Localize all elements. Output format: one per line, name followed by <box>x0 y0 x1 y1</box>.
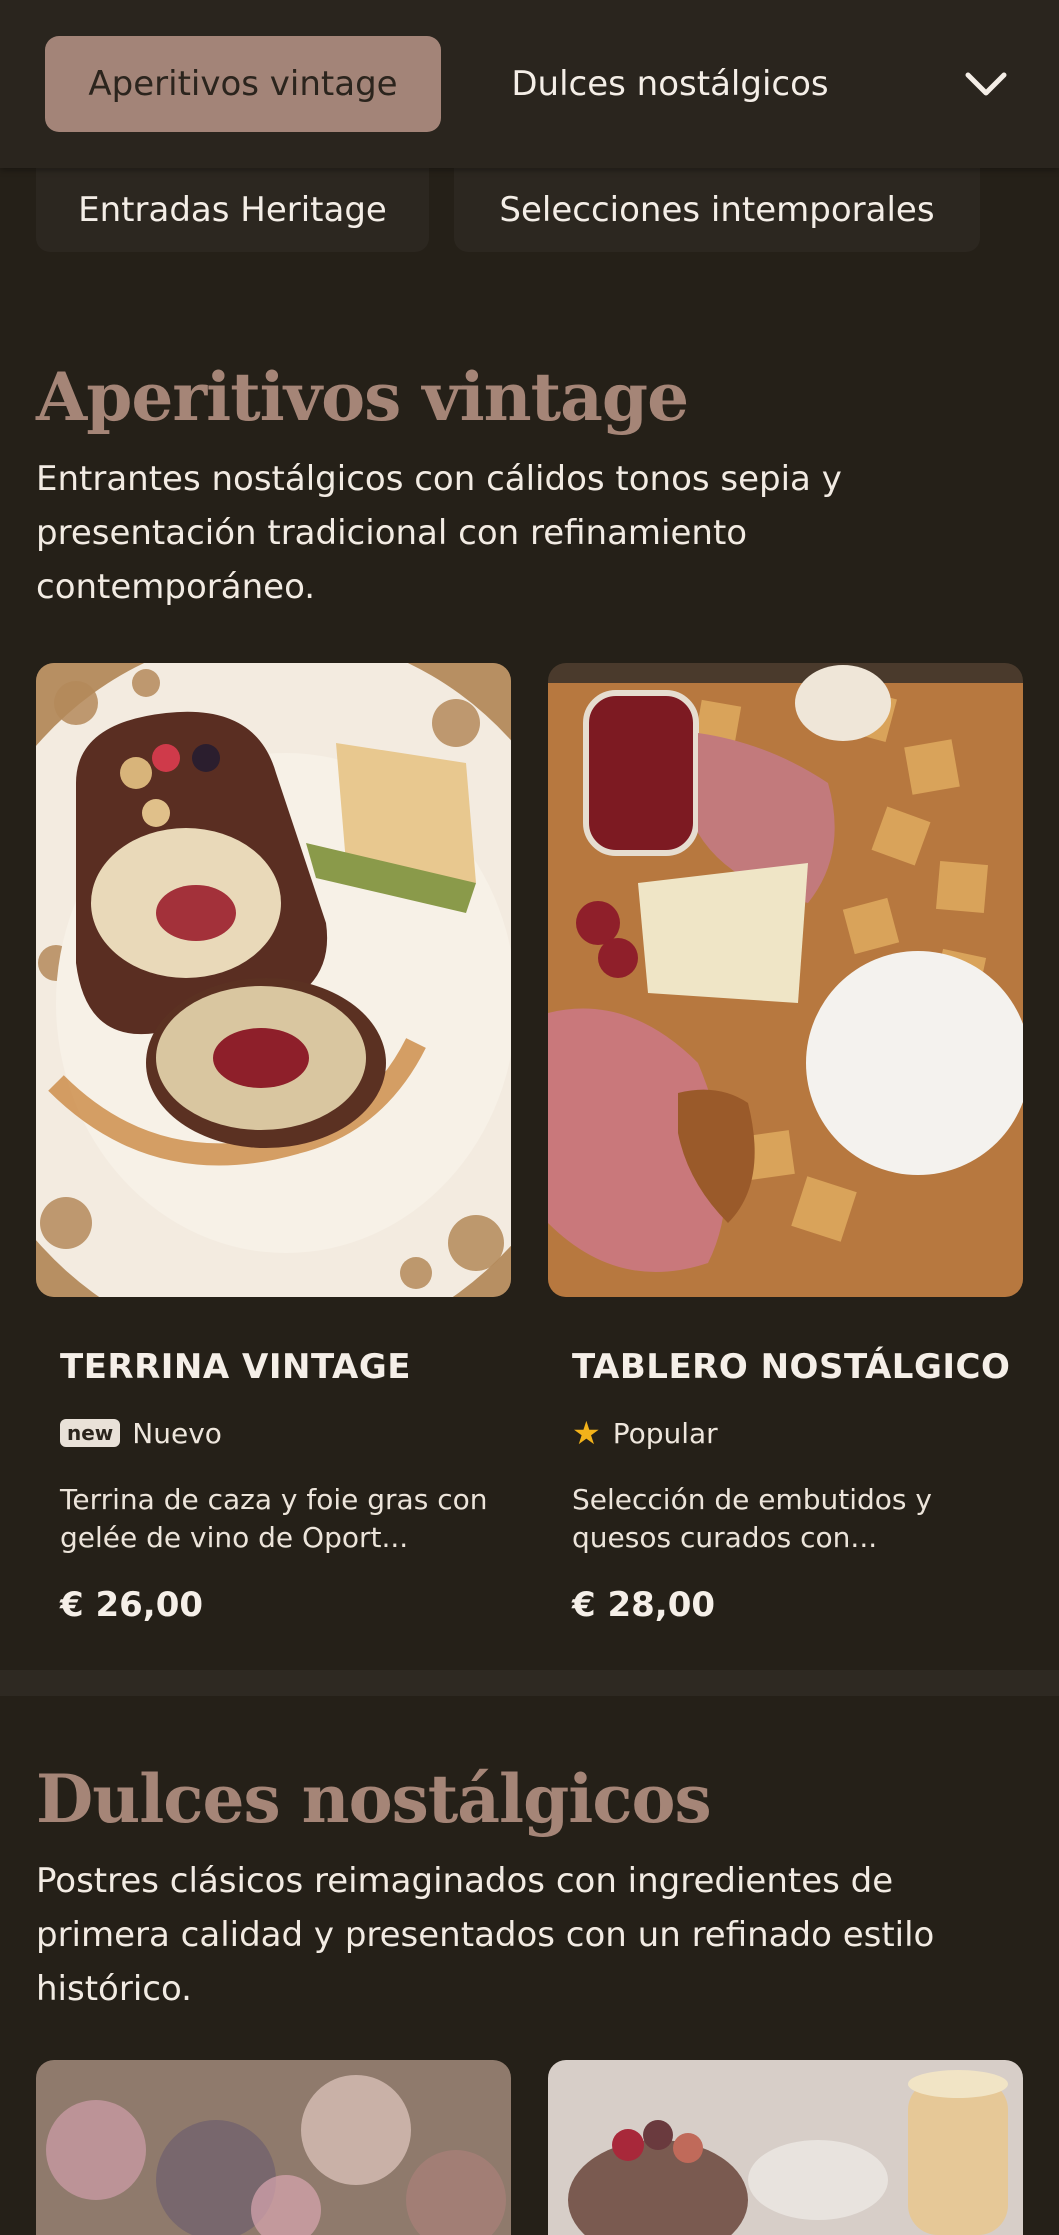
item-description: Selección de embutidos y quesos curados … <box>572 1483 932 1554</box>
item-price: € 28,00 <box>572 1585 716 1625</box>
item-name: TERRINA VINTAGE <box>60 1347 411 1387</box>
menu-item-card[interactable]: TERRINA VINTAGE new Nuevo Terrina de caz… <box>36 663 511 1643</box>
section-divider <box>0 1670 1059 1696</box>
section-description: Entrantes nostálgicos con cálidos tonos … <box>36 459 842 607</box>
category-nav: Aperitivos vintage Dulces nostálgicos <box>0 0 1059 168</box>
menu-item-card[interactable] <box>36 2060 511 2235</box>
dish-image <box>548 663 1023 1297</box>
item-description: Terrina de caza y foie gras con gelée de… <box>60 1483 488 1554</box>
chevron-down-icon[interactable] <box>960 58 1012 110</box>
menu-item-card[interactable] <box>548 2060 1023 2235</box>
menu-item-card[interactable]: TABLERO NOSTÁLGICO ★ Popular Selección d… <box>548 663 1023 1643</box>
star-icon: ★ <box>572 1414 601 1452</box>
dish-image <box>36 663 511 1297</box>
tab-dulces-nostalgicos[interactable]: Dulces nostálgicos <box>478 36 862 132</box>
dish-image <box>548 2060 1023 2235</box>
badge-label: Nuevo <box>132 1416 222 1450</box>
item-badge: ★ Popular <box>572 1415 718 1451</box>
tab-entradas-heritage[interactable]: Entradas Heritage <box>36 168 429 252</box>
tab-selecciones-intemporales[interactable]: Selecciones intemporales <box>454 168 980 252</box>
item-badge: new Nuevo <box>60 1415 222 1451</box>
new-badge-icon: new <box>60 1419 121 1447</box>
dish-image <box>36 2060 511 2235</box>
category-nav-overflow: Entradas Heritage Selecciones intemporal… <box>0 168 1059 258</box>
section-description: Postres clásicos reimaginados con ingred… <box>36 1861 935 2009</box>
section-title: Aperitivos vintage <box>36 358 689 436</box>
tab-aperitivos-vintage[interactable]: Aperitivos vintage <box>45 36 441 132</box>
item-name: TABLERO NOSTÁLGICO <box>572 1347 1011 1387</box>
badge-label: Popular <box>612 1416 718 1450</box>
section-title: Dulces nostálgicos <box>36 1760 712 1838</box>
item-price: € 26,00 <box>60 1585 204 1625</box>
section-dulces: Dulces nostálgicos Postres clásicos reim… <box>0 1696 1059 2235</box>
